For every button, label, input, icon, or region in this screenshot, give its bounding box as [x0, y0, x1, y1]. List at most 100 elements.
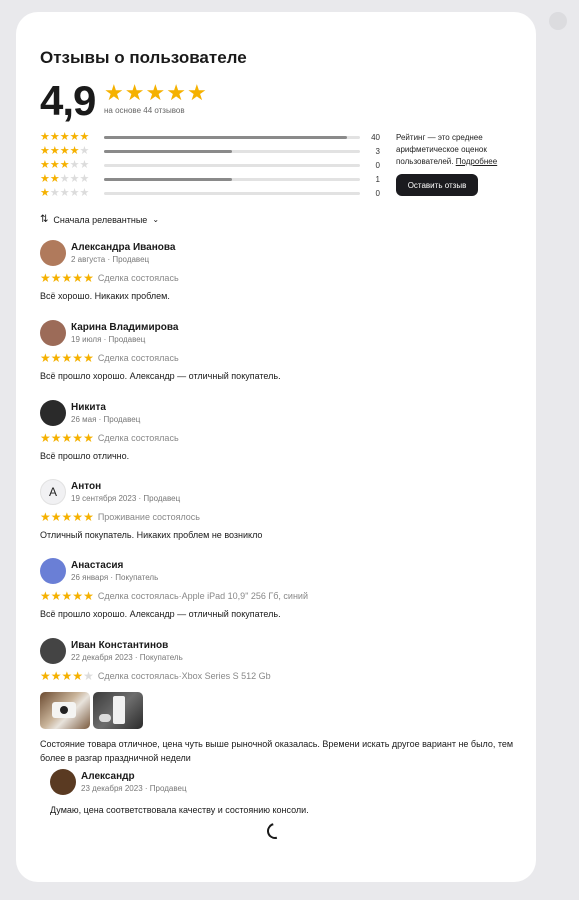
deal-status: Проживание состоялось	[97, 512, 200, 522]
star-icon: ★	[40, 158, 50, 171]
review-item: Иван Константинов 22 декабря 2023 · Покуп…	[40, 638, 520, 765]
star-icon: ★	[40, 130, 50, 143]
reply-date: 23 декабря 2023	[81, 784, 143, 793]
review-item-title: Apple iPad 10,9" 256 Гб, синий	[181, 591, 308, 601]
review-photo[interactable]	[93, 692, 143, 729]
review-date: 26 января	[71, 573, 109, 582]
review-date: 19 сентября 2023	[71, 494, 137, 503]
review-item: Александра Иванова 2 августа · Продавец ★★…	[40, 240, 520, 303]
review-meta: 19 июля · Продавец	[71, 334, 178, 345]
review-text: Всё прошло хорошо. Александр — отличный …	[40, 371, 281, 381]
review-meta: 26 января · Покупатель	[71, 572, 158, 583]
reply-author-name[interactable]: Александр	[81, 770, 187, 783]
review-text: Всё прошло хорошо. Александр — отличный …	[40, 609, 281, 619]
star-icon: ★	[50, 271, 62, 285]
star-icon: ★	[72, 669, 84, 683]
star-icon: ★	[79, 144, 90, 157]
review-item-title: Xbox Series S 512 Gb	[181, 671, 271, 681]
star-icon: ★	[49, 144, 60, 157]
review-photo[interactable]	[40, 692, 90, 729]
distribution-bar-fill	[104, 177, 232, 181]
star-icon: ★	[59, 172, 70, 185]
star-icon: ★	[40, 431, 51, 445]
star-icon: ★	[40, 589, 51, 603]
review-meta: 26 мая · Продавец	[71, 414, 140, 425]
distribution-count: 0	[375, 160, 380, 170]
star-icon: ★	[49, 172, 60, 185]
avatar[interactable]	[40, 400, 66, 426]
overlay-close-button[interactable]	[549, 12, 567, 30]
star-icon: ★	[104, 80, 124, 105]
distribution-stars: ★ ★ ★ ★ ★	[40, 172, 104, 185]
star-icon: ★	[61, 431, 73, 445]
review-date: 19 июля	[71, 335, 102, 344]
star-icon: ★	[40, 510, 51, 524]
more-link[interactable]: Подробнее	[456, 157, 498, 166]
star-icon: ★	[83, 271, 94, 285]
star-icon: ★	[59, 186, 70, 199]
review-stars: ★★★★★	[40, 590, 94, 602]
reviewer-role: Продавец	[143, 494, 181, 503]
avatar[interactable]	[40, 240, 66, 266]
star-icon: ★	[61, 271, 73, 285]
star-icon: ★	[69, 186, 80, 199]
reviewer-role: Покупатель	[139, 653, 183, 662]
avatar[interactable]	[40, 638, 66, 664]
distribution-row-2: ★ ★ ★ ★ ★ 1	[40, 172, 380, 186]
reviewer-role: Продавец	[103, 415, 141, 424]
avatar[interactable]	[40, 320, 66, 346]
reply-role: Продавец	[149, 784, 187, 793]
review-stars: ★★★★★	[40, 670, 94, 682]
deal-status: Сделка состоялась	[97, 273, 179, 283]
star-icon: ★	[69, 130, 80, 143]
average-rating: 4,9	[40, 77, 96, 124]
star-icon: ★	[40, 172, 50, 185]
review-item: Анастасия 26 января · Покупатель ★★★★★ Сдел…	[40, 558, 520, 621]
review-text: Отличный покупатель. Никаких проблем не …	[40, 530, 263, 540]
average-stars: ★ ★ ★ ★ ★	[104, 82, 207, 104]
star-icon: ★	[40, 144, 50, 157]
star-icon: ★	[59, 130, 70, 143]
reviews-modal: Отзывы о пользователе 4,9 ★ ★ ★ ★ ★ на основ…	[16, 12, 536, 882]
reviewer-name[interactable]: Никита	[71, 401, 140, 414]
reviewer-name[interactable]: Иван Константинов	[71, 639, 183, 652]
reviewer-name[interactable]: Анастасия	[71, 559, 158, 572]
distribution-bar	[104, 177, 360, 181]
avatar[interactable]: А	[40, 479, 66, 505]
avatar[interactable]	[40, 558, 66, 584]
meta-sep: ·	[101, 335, 109, 344]
star-icon: ★	[79, 186, 90, 199]
review-date: 26 мая	[71, 415, 97, 424]
reviewer-role: Покупатель	[115, 573, 159, 582]
star-icon: ★	[69, 144, 80, 157]
review-text: Всё хорошо. Никаких проблем.	[40, 291, 170, 301]
review-stars: ★★★★★	[40, 272, 94, 284]
star-icon: ★	[83, 589, 94, 603]
review-item: Никита 26 мая · Продавец ★★★★★ Сделка состо…	[40, 400, 520, 463]
star-icon: ★	[79, 172, 90, 185]
distribution-bar	[104, 149, 360, 153]
leave-review-button[interactable]: Оставить отзыв	[396, 174, 478, 196]
distribution-bar	[104, 135, 360, 139]
sort-dropdown[interactable]: ⇅ Сначала релевантные ⌄	[40, 214, 159, 225]
star-icon: ★	[50, 431, 62, 445]
distribution-count: 0	[375, 188, 380, 198]
meta-sep: ·	[96, 415, 104, 424]
star-icon: ★	[50, 669, 62, 683]
avatar[interactable]	[50, 769, 76, 795]
reviewer-name[interactable]: Антон	[71, 480, 180, 493]
star-icon: ★	[79, 130, 90, 143]
distribution-row-1: ★ ★ ★ ★ ★ 0	[40, 186, 380, 200]
sort-label: Сначала релевантные	[53, 214, 148, 225]
review-meta: 19 сентября 2023 · Продавец	[71, 493, 180, 504]
star-icon: ★	[50, 510, 62, 524]
star-icon: ★	[72, 351, 84, 365]
distribution-bar-fill	[104, 149, 232, 153]
reply-text: Думаю, цена соответствовала качеству и с…	[50, 805, 309, 815]
star-icon: ★	[49, 186, 60, 199]
reviewer-name[interactable]: Александра Иванова	[71, 241, 175, 254]
review-text: Состояние товара отличное, цена чуть выш…	[40, 739, 514, 763]
review-photos	[40, 692, 520, 729]
meta-sep: ·	[142, 784, 150, 793]
reviewer-name[interactable]: Карина Владимирова	[71, 321, 178, 334]
